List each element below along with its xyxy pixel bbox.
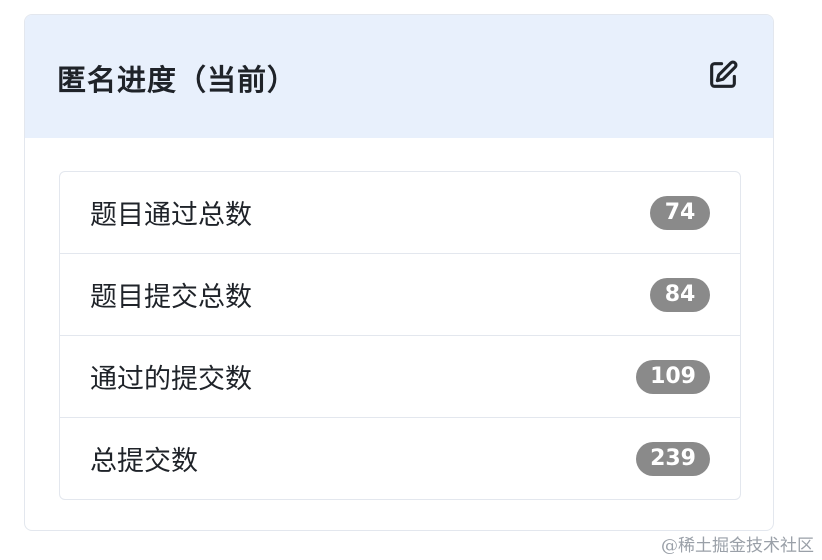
list-item-accepted-problems: 题目通过总数 74 — [60, 172, 740, 254]
count-badge: 74 — [650, 195, 710, 230]
list-item-label: 题目提交总数 — [90, 282, 252, 313]
count-badge: 109 — [636, 359, 710, 394]
list-item-label: 题目通过总数 — [90, 200, 252, 231]
list-item-label: 总提交数 — [90, 446, 198, 477]
count-badge: 239 — [636, 441, 710, 476]
watermark: @稀土掘金技术社区 — [661, 536, 814, 556]
stats-list: 题目通过总数 74 题目提交总数 84 通过的提交数 109 总提交数 239 — [59, 171, 741, 500]
list-item-total-submissions: 总提交数 239 — [60, 418, 740, 499]
list-item-label: 通过的提交数 — [90, 364, 252, 395]
card-title: 匿名进度（当前） — [57, 63, 298, 97]
progress-card: 匿名进度（当前） 题目通过总数 74 题目提交总数 84 通过的提交数 109 … — [24, 14, 774, 531]
list-item-submitted-problems: 题目提交总数 84 — [60, 254, 740, 336]
count-badge: 84 — [650, 277, 710, 312]
list-item-accepted-submissions: 通过的提交数 109 — [60, 336, 740, 418]
edit-icon — [710, 60, 738, 88]
card-header: 匿名进度（当前） — [25, 15, 773, 138]
edit-button[interactable] — [705, 57, 741, 93]
